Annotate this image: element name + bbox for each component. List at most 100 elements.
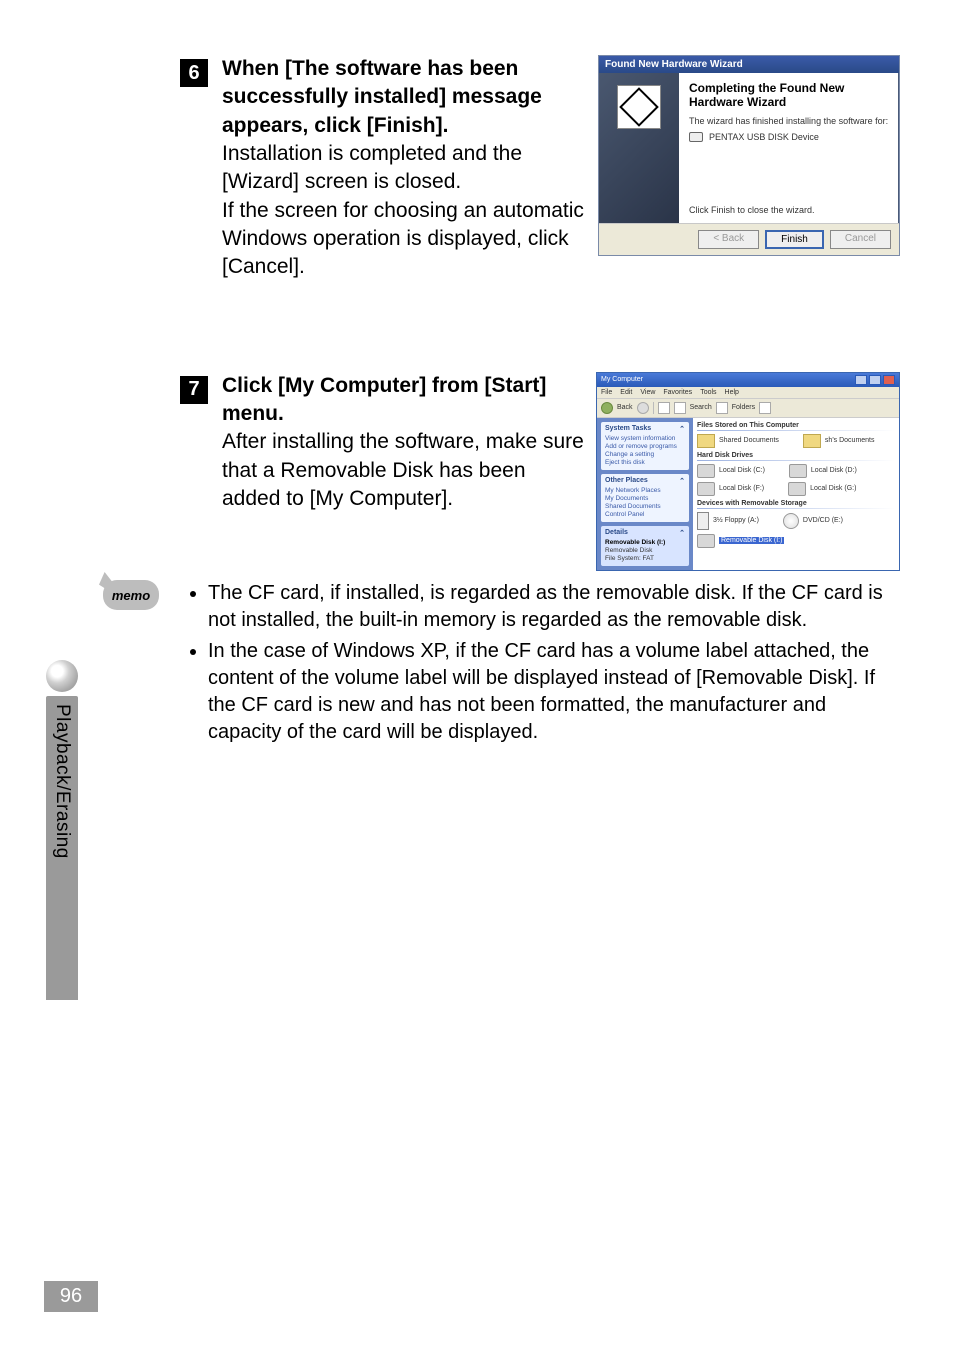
section-hard-disk: Hard Disk Drives: [697, 452, 895, 459]
close-button[interactable]: [883, 375, 895, 385]
mycomp-main-panel: Files Stored on This Computer Shared Doc…: [693, 418, 899, 570]
step-6-screenshot: Found New Hardware Wizard Completing the…: [598, 55, 900, 256]
mycomp-title-text: My Computer: [601, 376, 643, 383]
chevron-icon[interactable]: ⌃: [679, 477, 685, 485]
details-panel: Details⌃ Removable Disk (I:) Removable D…: [601, 526, 689, 566]
floppy-drive[interactable]: 3½ Floppy (A:): [697, 512, 759, 530]
disk-row2: Local Disk (F:) Local Disk (G:): [697, 482, 895, 496]
drive-icon: [788, 482, 806, 496]
removable-disk-label: Removable Disk (I:): [719, 537, 784, 544]
mycomp-title-bar: My Computer: [597, 373, 899, 387]
wizard-body: Completing the Found New Hardware Wizard…: [599, 73, 899, 223]
minimize-button[interactable]: [855, 375, 867, 385]
search-icon[interactable]: [674, 402, 686, 414]
place-control-panel[interactable]: Control Panel: [605, 511, 685, 518]
maximize-button[interactable]: [869, 375, 881, 385]
memo-list: The CF card, if installed, is regarded a…: [190, 580, 900, 750]
chevron-icon[interactable]: ⌃: [679, 425, 685, 433]
memo-block: memo The CF card, if installed, is regar…: [100, 580, 900, 750]
task-change-setting[interactable]: Change a setting: [605, 451, 685, 458]
views-icon[interactable]: [759, 402, 771, 414]
toolbar-separator: [653, 402, 654, 414]
section-removable: Devices with Removable Storage: [697, 500, 895, 507]
removable-disk[interactable]: Removable Disk (I:): [697, 534, 784, 548]
step-number-6: 6: [180, 59, 208, 87]
step-6-body: When [The software has been successfully…: [222, 55, 586, 282]
my-computer-window: My Computer File Edit View Favorites Too…: [596, 372, 900, 571]
drive-icon: [789, 464, 807, 478]
usb-device-icon: [689, 132, 703, 142]
back-button[interactable]: < Back: [698, 230, 759, 249]
menu-file[interactable]: File: [601, 389, 612, 396]
local-disk-g[interactable]: Local Disk (G:): [788, 482, 856, 496]
details-line3: File System: FAT: [605, 555, 685, 562]
step-6-heading: When [The software has been successfully…: [222, 55, 586, 140]
folder-icon: [697, 434, 715, 448]
menu-tools[interactable]: Tools: [700, 389, 716, 396]
place-mydocs[interactable]: My Documents: [605, 495, 685, 502]
menu-favorites[interactable]: Favorites: [663, 389, 692, 396]
menu-help[interactable]: Help: [725, 389, 739, 396]
side-tab: Playback/Erasing: [44, 660, 80, 1000]
section-files-stored: Files Stored on This Computer: [697, 422, 895, 429]
local-disk-c-label: Local Disk (C:): [719, 467, 765, 474]
memo-icon: memo: [100, 580, 162, 610]
wizard-device-row: PENTAX USB DISK Device: [689, 132, 889, 142]
local-disk-f[interactable]: Local Disk (F:): [697, 482, 764, 496]
section-rule: [697, 508, 895, 509]
memo-bullet-1: The CF card, if installed, is regarded a…: [208, 580, 900, 634]
folders-icon[interactable]: [716, 402, 728, 414]
menu-edit[interactable]: Edit: [620, 389, 632, 396]
drive-icon: [697, 464, 715, 478]
tab-indicator-dot: [46, 660, 78, 692]
section-rule: [697, 430, 895, 431]
place-shared[interactable]: Shared Documents: [605, 503, 685, 510]
other-places-title: Other Places: [605, 477, 648, 485]
dvd-label: DVD/CD (E:): [803, 517, 843, 524]
memo-label: memo: [112, 588, 150, 603]
task-add-remove[interactable]: Add or remove programs: [605, 443, 685, 450]
system-tasks-panel: System Tasks⌃ View system information Ad…: [601, 422, 689, 470]
menu-view[interactable]: View: [640, 389, 655, 396]
cancel-button[interactable]: Cancel: [830, 230, 891, 249]
step-7-body: Click [My Computer] from [Start] menu. A…: [222, 372, 584, 514]
wizard-right-panel: Completing the Found New Hardware Wizard…: [679, 73, 899, 223]
mycomp-menu-bar: File Edit View Favorites Tools Help: [597, 387, 899, 398]
details-line2: Removable Disk: [605, 547, 685, 554]
user-documents[interactable]: sh's Documents: [803, 434, 875, 448]
dvd-drive[interactable]: DVD/CD (E:): [783, 512, 843, 530]
removable-row: 3½ Floppy (A:) DVD/CD (E:): [697, 512, 895, 530]
local-disk-d-label: Local Disk (D:): [811, 467, 857, 474]
drive-icon: [697, 482, 715, 496]
step-6-line1: Installation is completed and the [Wizar…: [222, 140, 586, 197]
page-number: 96: [44, 1281, 98, 1312]
mycomp-body: System Tasks⌃ View system information Ad…: [597, 418, 899, 570]
user-documents-label: sh's Documents: [825, 437, 875, 444]
wizard-heading: Completing the Found New Hardware Wizard: [689, 81, 889, 110]
forward-icon[interactable]: [637, 402, 649, 414]
wizard-subtext: The wizard has finished installing the s…: [689, 116, 889, 126]
wizard-left-panel: [599, 73, 679, 223]
removable-icon: [697, 534, 715, 548]
tab-bar: Playback/Erasing: [46, 696, 78, 1000]
wizard-dialog: Found New Hardware Wizard Completing the…: [598, 55, 900, 256]
details-title: Details: [605, 529, 628, 537]
step-6: 6 When [The software has been successful…: [180, 55, 900, 282]
toolbar-folders-label: Folders: [732, 404, 755, 411]
other-places-panel: Other Places ⌃ My Network Places My Docum…: [601, 474, 689, 522]
wizard-button-row: < Back Finish Cancel: [599, 223, 899, 255]
finish-button[interactable]: Finish: [765, 230, 824, 249]
back-icon[interactable]: [601, 402, 613, 414]
task-eject-disk[interactable]: Eject this disk: [605, 459, 685, 466]
up-icon[interactable]: [658, 402, 670, 414]
local-disk-d[interactable]: Local Disk (D:): [789, 464, 857, 478]
place-network[interactable]: My Network Places: [605, 487, 685, 494]
shared-documents[interactable]: Shared Documents: [697, 434, 779, 448]
files-row: Shared Documents sh's Documents: [697, 434, 895, 448]
task-view-system-info[interactable]: View system information: [605, 435, 685, 442]
step-number-7: 7: [180, 376, 208, 404]
section-rule: [697, 460, 895, 461]
chevron-icon[interactable]: ⌃: [679, 529, 685, 537]
wizard-title-bar: Found New Hardware Wizard: [599, 56, 899, 73]
local-disk-c[interactable]: Local Disk (C:): [697, 464, 765, 478]
